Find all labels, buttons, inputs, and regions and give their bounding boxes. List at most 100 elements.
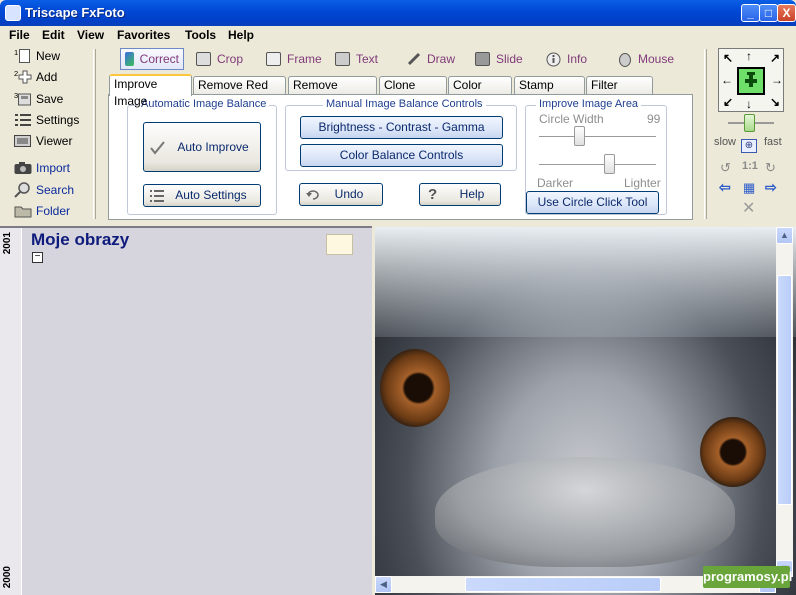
speed-slider[interactable] <box>744 114 755 132</box>
vertical-scrollbar[interactable]: ▲ ▼ <box>776 227 793 577</box>
arrow-ne-icon[interactable]: ↗ <box>770 51 780 65</box>
save-command[interactable]: 3 Save <box>14 89 63 109</box>
app-icon <box>5 5 21 21</box>
import-command[interactable]: Import <box>14 158 70 178</box>
arrow-sw-icon[interactable]: ↙ <box>723 95 733 109</box>
settings-command[interactable]: Settings <box>14 110 79 130</box>
mode-tab-frame[interactable]: Frame <box>266 48 322 70</box>
darkness-slider[interactable] <box>604 154 615 174</box>
viewer-label: Viewer <box>36 134 73 148</box>
frame-icon <box>266 52 281 66</box>
folder-command[interactable]: Folder <box>14 201 70 221</box>
brightness-contrast-gamma-button[interactable]: Brightness - Contrast - Gamma <box>300 116 503 139</box>
title-bar: Triscape FxFoto _ □ X <box>0 0 796 26</box>
arrow-left-icon[interactable]: ← <box>721 73 733 87</box>
manual-balance-title: Manual Image Balance Controls <box>323 98 486 110</box>
fit-icon[interactable]: ⊕ <box>741 139 757 153</box>
undo-icon <box>306 190 319 200</box>
circle-width-slider[interactable] <box>574 126 585 146</box>
circle-click-tool-button[interactable]: Use Circle Click Tool <box>526 191 659 214</box>
camera-icon <box>14 160 32 176</box>
mode-tab-draw[interactable]: Draw <box>407 48 455 70</box>
search-command[interactable]: Search <box>14 180 74 200</box>
previous-arrow-icon[interactable]: ⇦ <box>719 179 731 196</box>
menu-edit[interactable]: Edit <box>42 26 65 44</box>
mode-tab-slide[interactable]: Slide <box>475 48 523 70</box>
search-icon <box>14 182 32 198</box>
tab-remove-red-eye[interactable]: Remove Red Eye <box>193 76 286 109</box>
tab-filter-effects[interactable]: Filter Effects <box>586 76 653 109</box>
rotate-left-icon[interactable]: ↺ <box>720 160 731 176</box>
mode-tab-correct[interactable]: Correct <box>120 48 184 70</box>
mode-tab-mouse[interactable]: Mouse <box>618 48 674 70</box>
menu-file[interactable]: File <box>9 26 30 44</box>
close-button[interactable]: X <box>777 4 796 22</box>
minimize-button[interactable]: _ <box>741 4 760 22</box>
tab-remove-blemish[interactable]: Remove Blemish <box>288 76 377 109</box>
vertical-scroll-thumb[interactable] <box>777 275 792 505</box>
new-icon: 1 <box>14 48 32 64</box>
improve-area-title: Improve Image Area <box>536 98 642 110</box>
slide-label: Slide <box>496 52 523 66</box>
maximize-button[interactable]: □ <box>759 4 778 22</box>
arrow-right-icon[interactable]: → <box>771 73 783 87</box>
pencil-icon <box>407 52 421 66</box>
next-arrow-icon[interactable]: ⇨ <box>765 179 777 196</box>
year-timeline: 2001 2000 <box>0 228 22 595</box>
import-label: Import <box>36 161 71 175</box>
folder-note-icon[interactable] <box>326 234 353 255</box>
arrow-nw-icon[interactable]: ↖ <box>723 51 733 65</box>
improve-image-panel: Automatic Image Balance Auto Improve Aut… <box>108 94 693 220</box>
tab-color-brush[interactable]: Color Brush <box>448 76 512 109</box>
info-label: Info <box>567 52 588 66</box>
tab-stamp-brush[interactable]: Stamp Brush <box>514 76 585 109</box>
folder-label: Folder <box>36 204 71 218</box>
zoom-center-button[interactable] <box>737 67 765 95</box>
menu-view[interactable]: View <box>77 26 104 44</box>
circle-width-track <box>539 136 656 138</box>
pan-navigator: ↖ ↑ ↗ ← → ↙ ↓ ↘ <box>718 48 784 112</box>
save-icon: 3 <box>14 91 32 107</box>
collapse-toggle[interactable]: − <box>32 252 43 263</box>
horizontal-scroll-thumb[interactable] <box>465 577 661 592</box>
menu-help[interactable]: Help <box>228 26 254 44</box>
undo-button[interactable]: Undo <box>299 183 383 206</box>
delete-icon[interactable]: ✕ <box>742 198 755 218</box>
photo-sky <box>375 227 796 337</box>
auto-balance-group: Automatic Image Balance Auto Improve Aut… <box>127 98 277 215</box>
auto-settings-label: Auto Settings <box>175 188 247 202</box>
mode-tab-info[interactable]: Info <box>546 48 587 70</box>
actual-size-button[interactable]: 1:1 <box>742 160 758 172</box>
watermark-badge: programosy.pl <box>703 566 792 588</box>
year-2001[interactable]: 2001 <box>2 232 13 254</box>
zoom-plus-icon <box>745 72 757 87</box>
scroll-up-button[interactable]: ▲ <box>776 227 793 244</box>
viewer-command[interactable]: Viewer <box>14 131 72 151</box>
thumbnails-icon[interactable]: ▦ <box>743 180 755 196</box>
color-balance-button[interactable]: Color Balance Controls <box>300 144 503 167</box>
tab-clone-brush[interactable]: Clone Brush <box>379 76 447 109</box>
mouse-icon <box>619 52 631 67</box>
tab-improve-image[interactable]: Improve Image <box>109 74 192 108</box>
mode-tab-text[interactable]: Text <box>335 48 378 70</box>
arrow-up-icon[interactable]: ↑ <box>746 49 752 63</box>
right-eye <box>700 417 766 487</box>
arrow-se-icon[interactable]: ↘ <box>770 95 780 109</box>
scroll-left-button[interactable]: ◀ <box>375 576 392 593</box>
menu-tools[interactable]: Tools <box>185 26 216 44</box>
rotate-right-icon[interactable]: ↻ <box>765 160 776 176</box>
year-2000[interactable]: 2000 <box>2 566 13 588</box>
menu-favorites[interactable]: Favorites <box>117 26 170 44</box>
auto-settings-button[interactable]: Auto Settings <box>143 184 261 207</box>
auto-improve-button[interactable]: Auto Improve <box>143 122 261 172</box>
settings-list-icon <box>150 190 164 202</box>
help-button[interactable]: ? Help <box>419 183 501 206</box>
arrow-down-icon[interactable]: ↓ <box>746 97 752 111</box>
new-command[interactable]: 1 New <box>14 46 60 66</box>
mode-tab-crop[interactable]: Crop <box>196 48 243 70</box>
add-command[interactable]: 2 Add <box>14 67 57 87</box>
auto-balance-title: Automatic Image Balance <box>138 98 270 110</box>
window-title: Triscape FxFoto <box>25 5 125 20</box>
search-label: Search <box>36 183 75 197</box>
photo-viewer[interactable] <box>375 227 796 595</box>
